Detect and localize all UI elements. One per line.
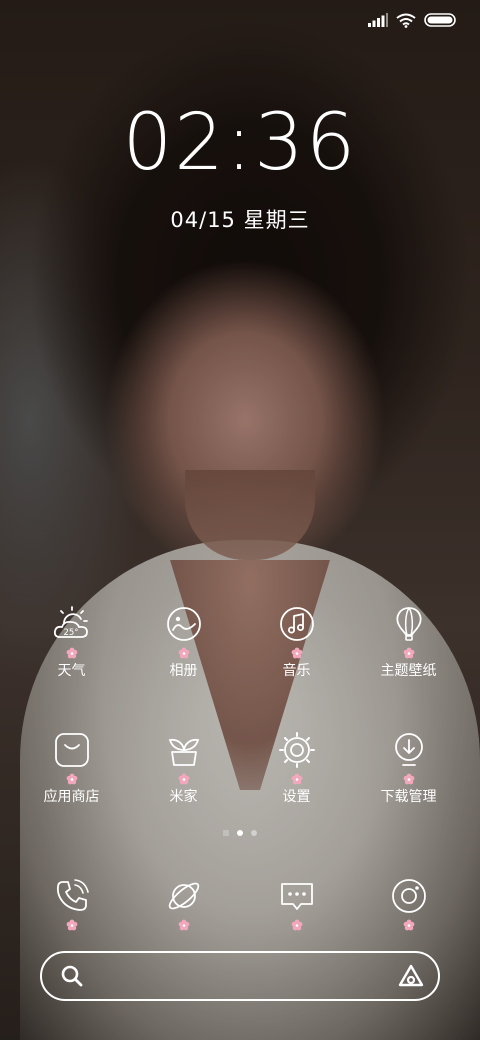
app-label: 天气 [57, 663, 86, 679]
flower-icon [178, 773, 189, 785]
dock-messages[interactable] [240, 876, 353, 931]
lockscreen-date: 04/15 星期三 [170, 208, 310, 232]
dock-camera[interactable] [352, 876, 465, 931]
weather-temperature: 25° [63, 628, 78, 638]
page-dot[interactable] [251, 830, 257, 836]
battery-icon [424, 13, 456, 27]
page-list-icon [223, 830, 229, 836]
downloads-icon [394, 733, 423, 766]
page-indicator[interactable] [0, 830, 480, 836]
app-themes[interactable]: 主题壁纸 [352, 604, 465, 680]
camera-icon [391, 879, 426, 913]
lockscreen-clock: 02:36 [122, 98, 358, 188]
flower-icon [291, 919, 302, 931]
assistant-icon[interactable] [398, 964, 424, 988]
dock-phone[interactable] [15, 876, 128, 931]
browser-icon [168, 882, 199, 910]
search-icon[interactable] [60, 964, 84, 988]
flower-icon [178, 647, 189, 659]
flower-icon [178, 919, 189, 931]
page-dot-active[interactable] [237, 830, 243, 836]
app-store[interactable]: 应用商店 [15, 730, 128, 806]
mi-home-icon [168, 738, 199, 766]
flower-icon [403, 773, 414, 785]
app-label: 主题壁纸 [380, 663, 437, 679]
search-bar[interactable] [40, 951, 440, 1001]
app-label: 设置 [282, 789, 311, 805]
flower-icon [403, 919, 414, 931]
flower-icon [291, 773, 302, 785]
flower-icon [66, 919, 77, 931]
flower-icon [403, 647, 414, 659]
status-bar [368, 10, 456, 30]
weather-icon: 25° [53, 606, 88, 638]
app-store-icon [54, 733, 89, 767]
messages-icon [280, 883, 313, 910]
app-mi-home[interactable]: 米家 [127, 730, 240, 806]
app-gallery[interactable]: 相册 [127, 604, 240, 680]
settings-icon [278, 732, 315, 768]
app-music[interactable]: 音乐 [240, 604, 353, 680]
phone-icon [56, 879, 89, 911]
wifi-icon [396, 13, 416, 28]
app-downloads[interactable]: 下载管理 [352, 730, 465, 806]
flower-icon [66, 647, 77, 659]
gallery-icon [166, 607, 201, 641]
app-settings[interactable]: 设置 [240, 730, 353, 806]
app-label: 米家 [169, 789, 198, 805]
signal-icon [368, 13, 388, 27]
app-label: 应用商店 [43, 789, 100, 805]
app-label: 音乐 [282, 663, 311, 679]
app-weather[interactable]: 25° 天气 [15, 604, 128, 680]
music-icon [279, 607, 314, 641]
dock-browser[interactable] [127, 876, 240, 931]
themes-icon [396, 607, 421, 641]
app-label: 相册 [169, 663, 198, 679]
flower-icon [66, 773, 77, 785]
flower-icon [291, 647, 302, 659]
app-label: 下载管理 [380, 789, 437, 805]
